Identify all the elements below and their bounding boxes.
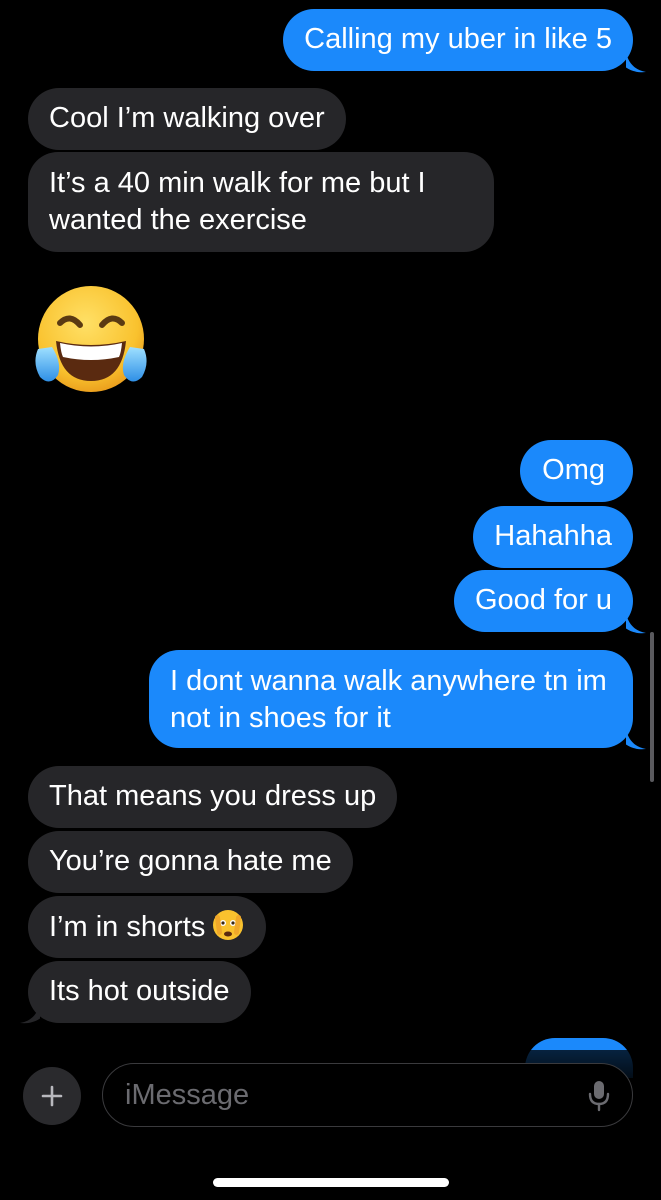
message-thread: Calling my uber in like 5 Cool I’m walki… — [0, 0, 661, 1200]
message-bubble-incoming[interactable]: Cool I’m walking over — [28, 88, 346, 150]
imessage-input[interactable]: iMessage — [102, 1063, 633, 1127]
face-with-tears-of-joy-icon[interactable] — [30, 283, 152, 395]
message-bubble-incoming[interactable]: I’m in shorts — [28, 896, 267, 958]
scroll-indicator[interactable] — [650, 632, 654, 782]
message-bubble-outgoing[interactable]: Good for u — [453, 570, 633, 632]
plus-icon — [41, 1085, 63, 1107]
message-bubble-outgoing[interactable]: Calling my uber in like 5 — [283, 9, 633, 71]
bubble-tail-icon — [626, 52, 646, 73]
home-indicator[interactable] — [213, 1178, 449, 1187]
microphone-icon[interactable] — [588, 1079, 610, 1113]
face-with-peeking-eye-icon — [213, 910, 244, 940]
message-bubble-outgoing[interactable]: Hahahha — [473, 506, 633, 568]
bubble-tail-icon — [626, 613, 646, 634]
message-bubble-incoming[interactable]: Its hot outside — [28, 961, 251, 1023]
message-bubble-incoming[interactable]: You’re gonna hate me — [28, 831, 353, 893]
add-attachment-button[interactable] — [23, 1067, 81, 1125]
bubble-tail-icon — [626, 729, 646, 750]
message-bubble-outgoing[interactable]: Omg — [520, 440, 633, 502]
message-text: I’m in shorts — [49, 911, 206, 943]
message-bubble-incoming[interactable]: That means you dress up — [28, 766, 398, 828]
message-bubble-incoming[interactable]: It’s a 40 min walk for me but I wanted t… — [28, 152, 494, 252]
input-placeholder: iMessage — [125, 1079, 250, 1111]
bubble-tail-icon — [20, 1003, 40, 1024]
message-bubble-outgoing[interactable]: I dont wanna walk anywhere tn im not in … — [149, 650, 633, 748]
